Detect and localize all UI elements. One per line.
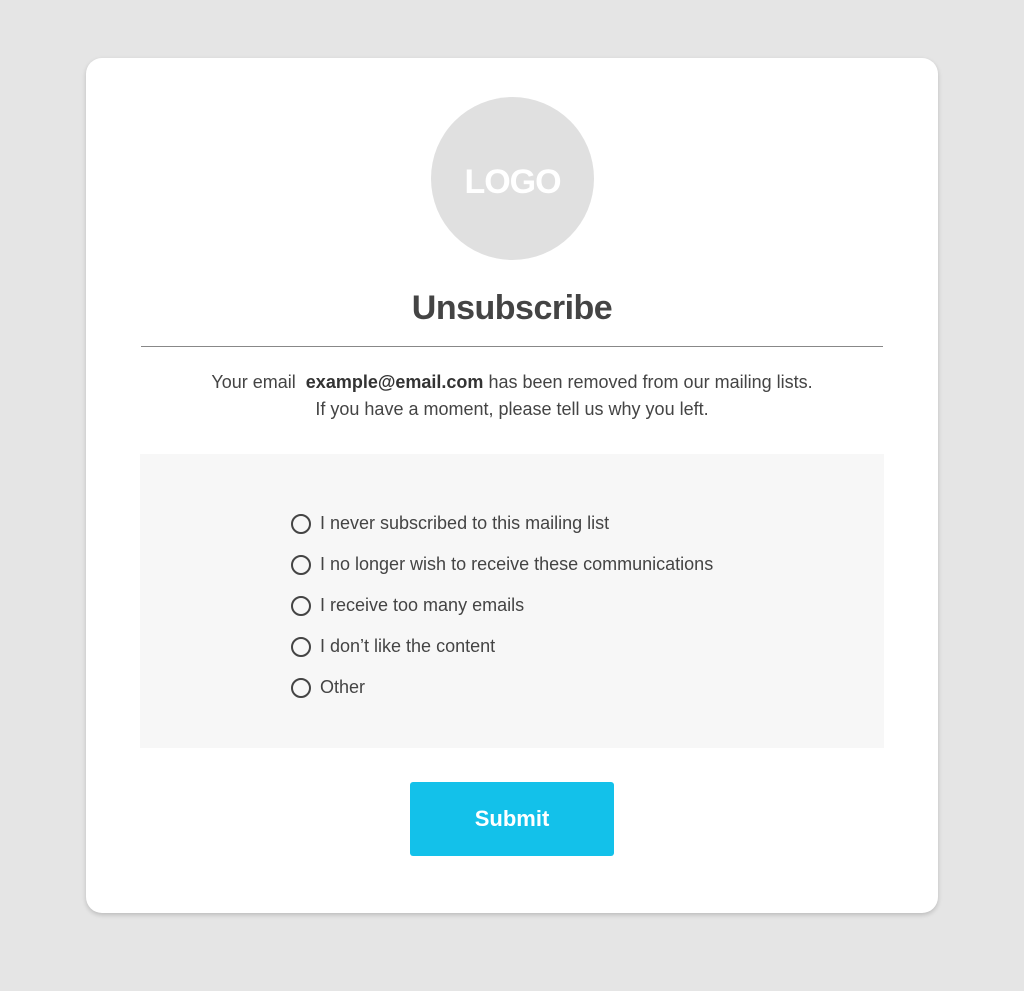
reason-label: I receive too many emails [320, 595, 525, 615]
confirmation-message: Your email example@email.com has been re… [86, 369, 938, 423]
reason-option-dislike-content[interactable]: I don’t like the content [291, 626, 713, 667]
reason-option-no-longer-wish[interactable]: I no longer wish to receive these commun… [291, 544, 713, 585]
reason-label: I no longer wish to receive these commun… [320, 554, 714, 574]
logo-text: LOGO [464, 163, 561, 201]
reason-option-other[interactable]: Other [291, 667, 713, 708]
confirmation-line-2: If you have a moment, please tell us why… [315, 399, 709, 419]
email-address: example@email.com [305, 372, 484, 392]
radio-button[interactable] [291, 513, 311, 534]
reason-option-too-many-emails[interactable]: I receive too many emails [291, 585, 713, 626]
reason-label: Other [320, 677, 366, 697]
radio-button[interactable] [291, 677, 311, 698]
confirmation-line-1: Your email example@email.com has been re… [86, 369, 938, 396]
logo: LOGO [431, 97, 594, 260]
message-suffix: has been removed from our mailing lists. [488, 372, 813, 392]
reason-label: I never subscribed to this mailing list [320, 513, 610, 533]
reason-option-never-subscribed[interactable]: I never subscribed to this mailing list [291, 503, 713, 544]
divider [141, 346, 883, 347]
radio-button[interactable] [291, 554, 311, 575]
message-prefix: Your email [211, 372, 296, 392]
page-title: Unsubscribe [411, 289, 613, 327]
reasons-panel: I never subscribed to this mailing list … [140, 454, 884, 748]
radio-button[interactable] [291, 636, 311, 657]
radio-button[interactable] [291, 595, 311, 616]
reason-label: I don’t like the content [320, 636, 496, 656]
submit-button[interactable]: Submit [410, 782, 614, 856]
unsubscribe-card: LOGO Unsubscribe Your email example@emai… [86, 58, 938, 913]
reason-list: I never subscribed to this mailing list … [291, 503, 713, 708]
